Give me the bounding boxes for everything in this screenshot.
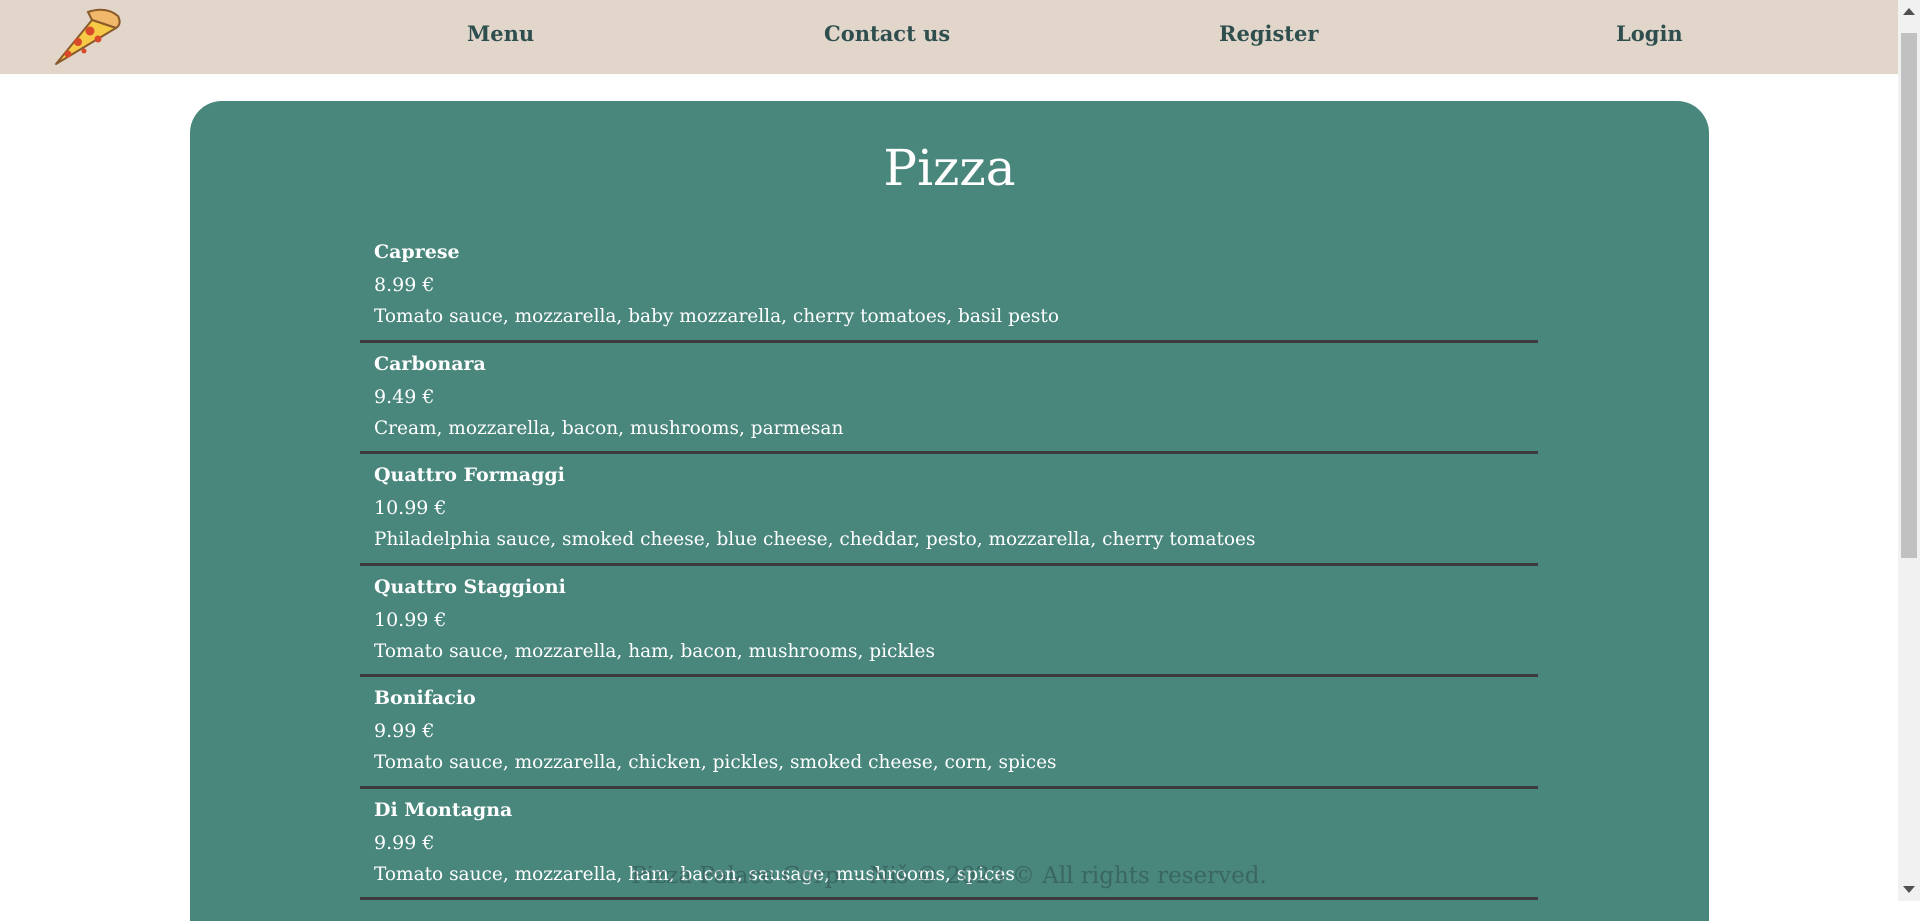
item-name: Caprese (374, 241, 460, 263)
vertical-scrollbar[interactable] (1898, 0, 1920, 901)
scrollbar-thumb[interactable] (1901, 33, 1917, 558)
menu-item: Caprese 8.99 € Tomato sauce, mozzarella,… (360, 231, 1538, 343)
nav-link-login[interactable]: Login (1616, 21, 1683, 46)
item-name: Quattro Formaggi (374, 464, 565, 486)
item-description: Tomato sauce, mozzarella, baby mozzarell… (374, 306, 1059, 327)
pizza-list: Caprese 8.99 € Tomato sauce, mozzarella,… (360, 231, 1538, 900)
item-price: 9.99 € (374, 831, 435, 854)
menu-item: Quattro Formaggi 10.99 € Philadelphia sa… (360, 454, 1538, 566)
menu-item: Carbonara 9.49 € Cream, mozzarella, baco… (360, 343, 1538, 454)
pizza-slice-icon[interactable] (48, 6, 122, 68)
item-price: 8.99 € (374, 274, 435, 296)
item-description: Philadelphia sauce, smoked cheese, blue … (374, 529, 1256, 550)
item-price: 9.49 € (374, 385, 435, 408)
scroll-up-arrow-icon[interactable] (1903, 8, 1915, 15)
menu-item: Quattro Staggioni 10.99 € Tomato sauce, … (360, 566, 1538, 677)
top-navbar: Menu Contact us Register Login (0, 0, 1898, 74)
item-description: Cream, mozzarella, bacon, mushrooms, par… (374, 417, 844, 439)
page-title: Pizza (883, 139, 1016, 197)
item-price: 9.99 € (374, 720, 435, 742)
item-description: Tomato sauce, mozzarella, ham, bacon, mu… (374, 640, 935, 662)
nav-link-menu[interactable]: Menu (467, 21, 534, 46)
menu-item: Bonifacio 9.99 € Tomato sauce, mozzarell… (360, 677, 1538, 789)
scroll-down-arrow-icon[interactable] (1903, 886, 1915, 893)
nav-link-register[interactable]: Register (1219, 21, 1318, 46)
item-price: 10.99 € (374, 608, 447, 631)
nav-link-contact-us[interactable]: Contact us (824, 21, 950, 46)
menu-card: Pizza Caprese 8.99 € Tomato sauce, mozza… (190, 101, 1709, 921)
item-name: Quattro Staggioni (374, 575, 566, 598)
item-name: Carbonara (374, 352, 486, 375)
footer-copyright: Pizza Palace Corp. - Niš © 2023 © All ri… (631, 863, 1267, 889)
item-description: Tomato sauce, mozzarella, chicken, pickl… (374, 752, 1057, 773)
item-name: Bonifacio (374, 687, 476, 709)
item-price: 10.99 € (374, 497, 447, 519)
item-name: Di Montagna (374, 798, 513, 821)
